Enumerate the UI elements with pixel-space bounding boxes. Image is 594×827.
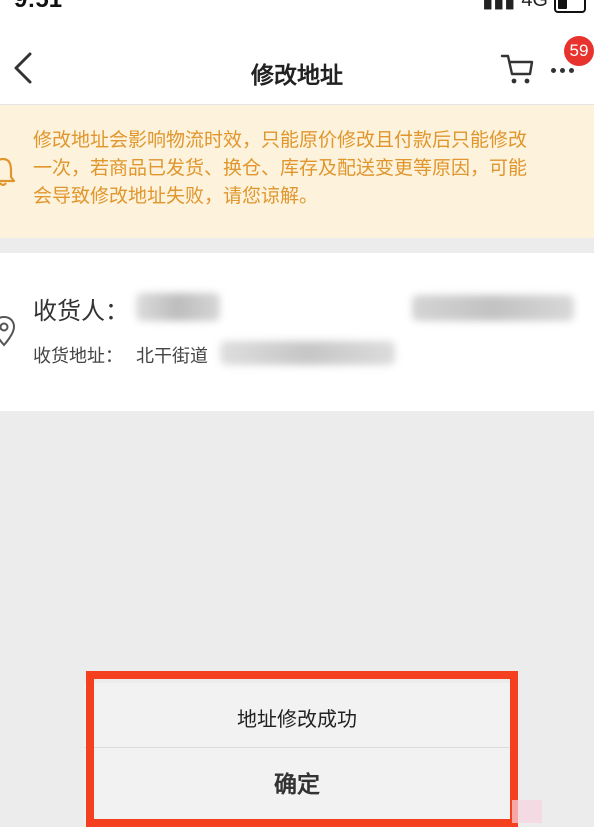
status-time: 9:51 <box>14 0 62 14</box>
notice-line: 会导致修改地址失败，请您谅解。 <box>33 185 319 207</box>
message-badge: 59 <box>564 36 594 66</box>
recipient-name-blurred <box>136 293 220 321</box>
cart-icon <box>500 54 534 84</box>
dialog-message: 地址修改成功 <box>237 707 357 731</box>
confirm-button[interactable]: 确定 <box>84 748 510 823</box>
bell-icon <box>0 157 16 187</box>
address-card[interactable]: 收货人： 收货地址： 北干街道 <box>0 253 594 411</box>
battery-icon <box>554 0 586 13</box>
more-dot-icon <box>560 67 565 73</box>
notice-line: 修改地址会影响物流时效，只能原价修改且付款后只能修改 <box>33 129 528 151</box>
corner-mark <box>512 800 542 823</box>
recipient-label: 收货人： <box>33 297 129 325</box>
success-dialog: 地址修改成功 确定 <box>84 683 510 823</box>
address-street: 北干街道 <box>136 346 208 367</box>
more-dot-icon <box>551 67 556 73</box>
more-dot-icon <box>569 67 574 73</box>
address-detail-blurred <box>220 341 395 365</box>
location-pin-icon <box>0 315 16 347</box>
cart-button[interactable] <box>498 48 538 88</box>
network-label: 4G <box>521 0 548 11</box>
notice-line: 一次，若商品已发货、换仓、库存及配送变更等原因，可能 <box>33 157 528 179</box>
status-bar: 9:51 ▮▮▮ 4G <box>0 0 594 18</box>
notice-text: 修改地址会影响物流时效，只能原价修改且付款后只能修改 一次，若商品已发货、换仓、… <box>33 126 594 210</box>
recipient-phone-blurred <box>412 295 574 321</box>
status-indicators: ▮▮▮ 4G <box>482 0 586 13</box>
address-label: 收货地址： <box>33 346 123 367</box>
nav-bar: 修改地址 59 <box>0 18 594 105</box>
notice-banner: 修改地址会影响物流时效，只能原价修改且付款后只能修改 一次，若商品已发货、换仓、… <box>0 105 594 238</box>
signal-icon: ▮▮▮ <box>482 0 516 12</box>
